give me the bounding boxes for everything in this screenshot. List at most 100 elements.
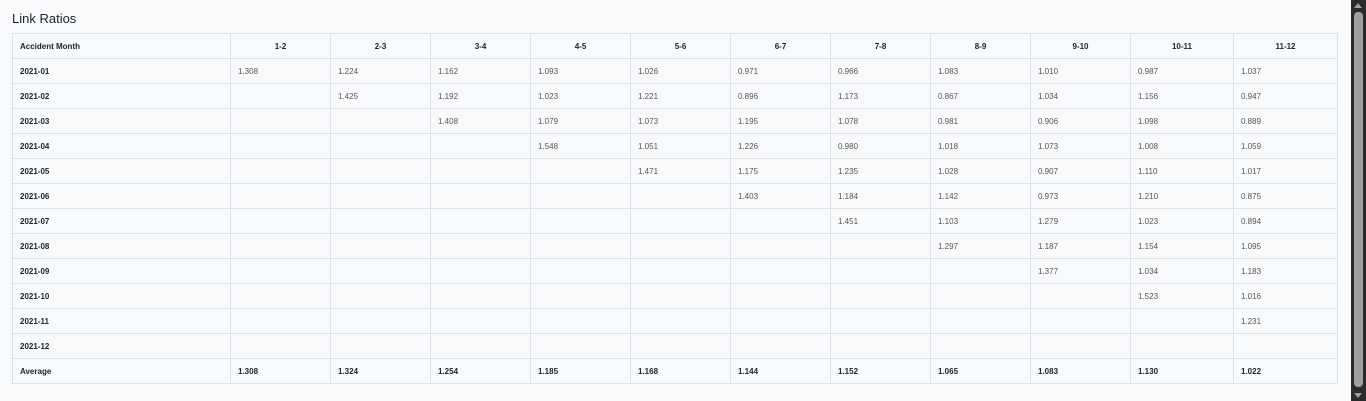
ratio-cell: 1.095 (1233, 233, 1338, 259)
ratio-cell (430, 183, 531, 209)
ratio-cell: 1.010 (1030, 58, 1131, 84)
average-cell: 1.168 (630, 358, 731, 384)
ratio-cell: 1.231 (1233, 308, 1338, 334)
ratio-cell: 1.018 (930, 133, 1031, 159)
page: Link Ratios Accident Month 1-2 2-3 3-4 4-5 5… (0, 0, 1366, 401)
ratio-cell (930, 258, 1031, 284)
average-cell: 1.144 (730, 358, 831, 384)
ratio-cell (730, 283, 831, 309)
ratio-cell (1233, 333, 1338, 359)
ratio-cell: 0.867 (930, 83, 1031, 109)
ratio-cell: 1.235 (830, 158, 931, 184)
average-cell: 1.308 (230, 358, 331, 384)
table-header-row: Accident Month 1-2 2-3 3-4 4-5 5-6 6-7 7-8 8-9 9… (12, 33, 1338, 59)
table-row: 2021-11 1.231 (12, 308, 1338, 334)
ratio-cell: 1.008 (1130, 133, 1234, 159)
page-title: Link Ratios (12, 11, 77, 26)
row-label-accident-month: 2021-06 (12, 183, 231, 209)
ratio-cell (430, 233, 531, 259)
table-body: 2021-01 1.308 1.224 1.162 1.093 1.026 0.971 0.9… (12, 58, 1338, 384)
ratio-cell: 1.023 (530, 83, 631, 109)
ratio-cell (430, 308, 531, 334)
header-col-9-10: 9-10 (1030, 33, 1131, 59)
ratio-cell (230, 208, 331, 234)
header-col-2-3: 2-3 (330, 33, 431, 59)
ratio-cell (1130, 333, 1234, 359)
ratio-cell (830, 258, 931, 284)
ratio-cell (930, 283, 1031, 309)
header-col-11-12: 11-12 (1233, 33, 1338, 59)
ratio-cell: 0.907 (1030, 158, 1131, 184)
ratio-cell (330, 133, 431, 159)
ratio-cell: 1.156 (1130, 83, 1234, 109)
ratio-cell (830, 333, 931, 359)
ratio-cell: 0.973 (1030, 183, 1131, 209)
vertical-scrollbar[interactable] (1351, 0, 1366, 401)
arrow-down-icon[interactable] (1354, 393, 1362, 398)
ratio-cell (630, 233, 731, 259)
ratio-cell: 1.093 (530, 58, 631, 84)
header-col-10-11: 10-11 (1130, 33, 1234, 59)
ratio-cell: 0.894 (1233, 208, 1338, 234)
ratio-cell: 0.889 (1233, 108, 1338, 134)
table-row: 2021-06 1.403 1.184 1.142 0.973 1.210 0.875 (12, 183, 1338, 209)
ratio-cell (330, 208, 431, 234)
row-label-accident-month: 2021-12 (12, 333, 231, 359)
ratio-cell: 1.408 (430, 108, 531, 134)
ratio-cell: 1.226 (730, 133, 831, 159)
ratio-cell: 1.192 (430, 83, 531, 109)
ratio-cell: 1.279 (1030, 208, 1131, 234)
ratio-cell: 1.471 (630, 158, 731, 184)
ratio-cell (230, 233, 331, 259)
ratio-cell: 1.425 (330, 83, 431, 109)
ratio-cell (530, 283, 631, 309)
ratio-cell (630, 333, 731, 359)
ratio-cell (630, 283, 731, 309)
ratio-cell: 1.110 (1130, 158, 1234, 184)
ratio-cell (630, 258, 731, 284)
ratio-cell (430, 258, 531, 284)
ratio-cell (730, 208, 831, 234)
ratio-cell: 1.034 (1030, 83, 1131, 109)
ratio-cell (230, 308, 331, 334)
ratio-cell (630, 308, 731, 334)
row-label-accident-month: 2021-02 (12, 83, 231, 109)
average-cell: 1.022 (1233, 358, 1338, 384)
ratio-cell (530, 258, 631, 284)
ratio-cell (830, 233, 931, 259)
ratio-cell: 1.210 (1130, 183, 1234, 209)
ratio-cell: 1.028 (930, 158, 1031, 184)
ratio-cell: 1.523 (1130, 283, 1234, 309)
ratio-cell (930, 308, 1031, 334)
ratio-cell: 0.966 (830, 58, 931, 84)
table-row: 2021-07 1.451 1.103 1.279 1.023 0.894 (12, 208, 1338, 234)
ratio-cell: 1.098 (1130, 108, 1234, 134)
row-label-accident-month: 2021-04 (12, 133, 231, 159)
ratio-cell (530, 158, 631, 184)
average-cell: 1.185 (530, 358, 631, 384)
scrollbar-thumb[interactable] (1354, 12, 1363, 387)
link-ratios-table: Accident Month 1-2 2-3 3-4 4-5 5-6 6-7 7-8 8-9 9… (12, 33, 1338, 384)
ratio-cell: 1.051 (630, 133, 731, 159)
header-col-7-8: 7-8 (830, 33, 931, 59)
ratio-cell: 1.195 (730, 108, 831, 134)
row-label-accident-month: 2021-05 (12, 158, 231, 184)
ratio-cell: 1.026 (630, 58, 731, 84)
ratio-cell (330, 333, 431, 359)
row-label-accident-month: 2021-01 (12, 58, 231, 84)
header-col-1-2: 1-2 (230, 33, 331, 59)
ratio-cell (430, 208, 531, 234)
average-cell: 1.324 (330, 358, 431, 384)
ratio-cell: 0.906 (1030, 108, 1131, 134)
ratio-cell: 1.078 (830, 108, 931, 134)
arrow-up-icon[interactable] (1354, 3, 1362, 8)
header-col-4-5: 4-5 (530, 33, 631, 59)
ratio-cell: 0.980 (830, 133, 931, 159)
ratio-cell: 1.154 (1130, 233, 1234, 259)
ratio-cell (530, 333, 631, 359)
ratio-cell (230, 283, 331, 309)
table-row: 2021-12 (12, 333, 1338, 359)
ratio-cell (630, 183, 731, 209)
ratio-cell (230, 108, 331, 134)
ratio-cell (730, 258, 831, 284)
